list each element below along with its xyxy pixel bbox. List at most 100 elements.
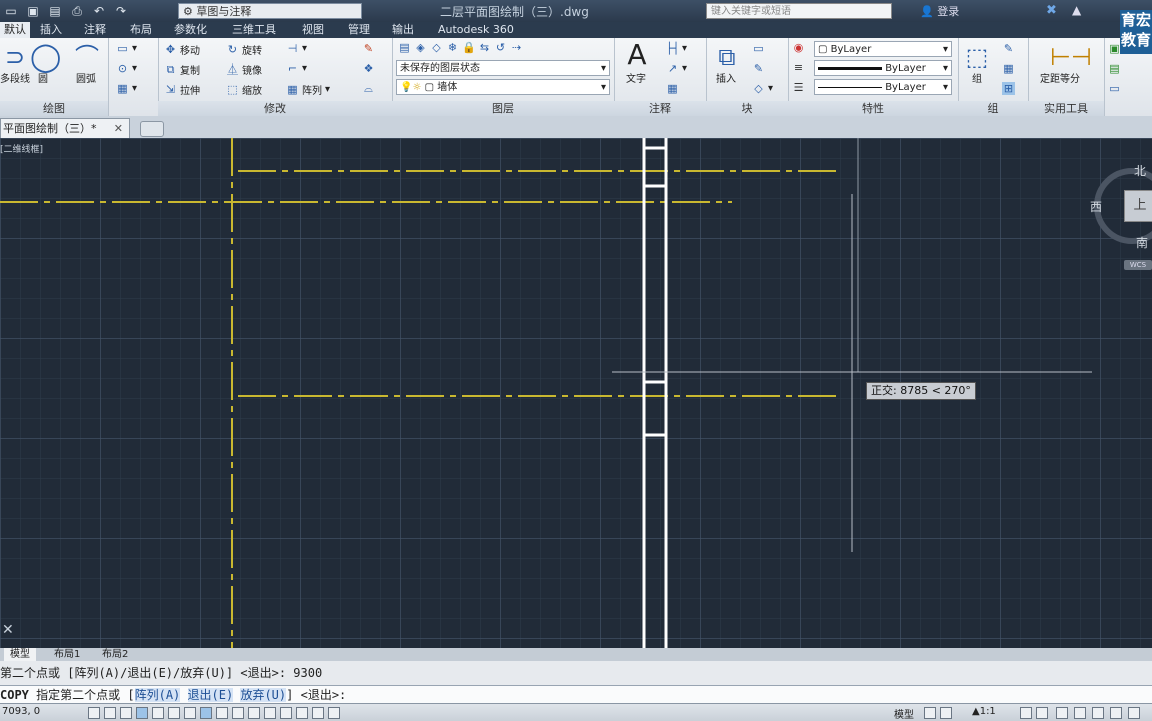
group-select-icon[interactable]: ⊞: [1002, 82, 1015, 95]
lineweight-toggle-icon[interactable]: [248, 707, 260, 719]
infer-icon[interactable]: [88, 707, 100, 719]
tab-model[interactable]: 模型: [4, 648, 36, 661]
scale-button[interactable]: ⬚ 缩放: [226, 82, 262, 97]
tab-view[interactable]: 视图: [302, 22, 324, 38]
wcs-menu[interactable]: WCS: [1124, 260, 1152, 270]
close-icon[interactable]: ✕: [114, 119, 123, 139]
group-icon[interactable]: ⬚: [962, 42, 992, 72]
tab-layout2[interactable]: 布局2: [96, 648, 134, 661]
leader-icon[interactable]: ↗ ▾: [666, 62, 687, 75]
copy-button[interactable]: ⧉ 复制: [164, 62, 200, 77]
option-array[interactable]: 阵列(A): [134, 688, 181, 702]
create-block-icon[interactable]: ▭: [752, 42, 765, 55]
lineweight-dropdown[interactable]: ByLayer ▾: [814, 60, 952, 76]
tab-output[interactable]: 输出: [392, 22, 414, 38]
polyline-button[interactable]: 多段线: [0, 70, 30, 85]
layer-off-icon[interactable]: ◈: [414, 41, 427, 54]
transparency-icon[interactable]: [264, 707, 276, 719]
tab-insert[interactable]: 插入: [40, 22, 62, 38]
workspace-switch-icon[interactable]: [328, 707, 340, 719]
grid-icon[interactable]: [120, 707, 132, 719]
trim-icon[interactable]: ⊣ ▾: [286, 42, 307, 55]
new-tab-button[interactable]: [140, 121, 164, 137]
annotation-monitor-icon[interactable]: [312, 707, 324, 719]
annotation-visibility-icon[interactable]: [1020, 707, 1032, 719]
save-as-icon[interactable]: ▤: [46, 2, 64, 20]
document-tab[interactable]: 平面图绘制（三）* ✕: [0, 118, 130, 138]
clean-screen-icon[interactable]: [1128, 707, 1140, 719]
viewcube-top-face[interactable]: 上: [1124, 190, 1152, 222]
open-icon[interactable]: ▭: [2, 2, 20, 20]
layer-match-icon[interactable]: ⇆: [478, 41, 491, 54]
explode-icon[interactable]: ❖: [362, 62, 375, 75]
annotation-scale[interactable]: ▲1:1: [972, 706, 996, 717]
tab-annotate[interactable]: 注释: [84, 22, 106, 38]
viewcube-west[interactable]: 西: [1090, 198, 1102, 215]
quick-view-drawings-icon[interactable]: [940, 707, 952, 719]
layer-freeze-icon[interactable]: ❄: [446, 41, 459, 54]
tab-parametric[interactable]: 参数化: [174, 22, 207, 38]
circle-button[interactable]: 圆: [38, 70, 48, 85]
3d-osnap-icon[interactable]: [184, 707, 196, 719]
tab-layout1[interactable]: 布局1: [48, 648, 86, 661]
tab-3d-tools[interactable]: 三维工具: [232, 22, 276, 38]
offset-icon[interactable]: ⌓: [362, 82, 375, 95]
ortho-icon[interactable]: [136, 707, 148, 719]
edit-block-icon[interactable]: ✎: [752, 62, 765, 75]
text-button[interactable]: 文字: [626, 70, 646, 85]
viewcube-south[interactable]: 南: [1136, 234, 1148, 251]
osnap-icon[interactable]: [168, 707, 180, 719]
quick-properties-icon[interactable]: [280, 707, 292, 719]
snap-icon[interactable]: [104, 707, 116, 719]
polyline-icon[interactable]: ⊃: [0, 42, 30, 72]
isolate-objects-icon[interactable]: [1110, 707, 1122, 719]
draw-panel-label[interactable]: 绘图: [0, 101, 108, 116]
command-line[interactable]: COPY 指定第二个点或 [阵列(A) 退出(E) 放弃(U)] <退出>:: [0, 685, 1152, 704]
layer-previous-icon[interactable]: ↺: [494, 41, 507, 54]
linetype-dropdown[interactable]: ByLayer ▾: [814, 79, 952, 95]
attribute-icon[interactable]: ◇ ▾: [752, 82, 773, 95]
undo-icon[interactable]: ↶: [90, 2, 108, 20]
rotate-button[interactable]: ↻ 旋转: [226, 42, 262, 57]
tab-default[interactable]: 默认: [0, 22, 30, 38]
dimension-icon[interactable]: ├┤ ▾: [666, 42, 687, 55]
group-button[interactable]: 组: [972, 70, 982, 85]
lock-icon[interactable]: [1074, 707, 1086, 719]
tab-manage[interactable]: 管理: [348, 22, 370, 38]
workspace-settings-icon[interactable]: [1056, 707, 1068, 719]
group-edit-icon[interactable]: ▦: [1002, 62, 1015, 75]
print-icon[interactable]: ⎙: [68, 2, 86, 20]
layer-isolate-icon[interactable]: ◇: [430, 41, 443, 54]
array-button[interactable]: ▦ 阵列 ▾: [286, 82, 330, 97]
workspace-dropdown[interactable]: ⚙ 草图与注释: [178, 3, 362, 19]
model-space-button[interactable]: 模型: [894, 706, 914, 721]
quick-view-layouts-icon[interactable]: [924, 707, 936, 719]
circle-icon[interactable]: ◯: [30, 42, 61, 72]
drawing-canvas[interactable]: ✕: [0, 138, 1152, 648]
text-icon[interactable]: A: [622, 40, 652, 70]
dyn-icon[interactable]: [232, 707, 244, 719]
arc-icon[interactable]: ⌒: [72, 42, 102, 72]
viewport-label[interactable]: [二维线框]: [0, 142, 43, 155]
stretch-button[interactable]: ⇲ 拉伸: [164, 82, 200, 97]
polar-icon[interactable]: [152, 707, 164, 719]
ungroup-icon[interactable]: ✎: [1002, 42, 1015, 55]
insert-block-icon[interactable]: ⧉: [712, 42, 742, 72]
properties-panel-label[interactable]: 特性: [788, 101, 958, 116]
utilities-panel-label[interactable]: 实用工具: [1028, 101, 1104, 116]
layer-state-dropdown[interactable]: 未保存的图层状态 ▾: [396, 60, 610, 76]
selection-cycling-icon[interactable]: [296, 707, 308, 719]
move-button[interactable]: ✥ 移动: [164, 42, 200, 57]
hatch-icon[interactable]: ▦ ▾: [116, 82, 137, 95]
match-properties-icon[interactable]: ◉: [792, 41, 805, 54]
fillet-icon[interactable]: ⌐ ▾: [286, 62, 307, 75]
option-undo[interactable]: 放弃(U): [240, 688, 287, 702]
option-exit[interactable]: 退出(E): [187, 688, 234, 702]
ellipse-icon[interactable]: ⊙ ▾: [116, 62, 137, 75]
groups-panel-label[interactable]: 组: [958, 101, 1028, 116]
layer-properties-icon[interactable]: ▤: [398, 41, 411, 54]
layer-walk-icon[interactable]: ⇢: [510, 41, 523, 54]
tab-layout[interactable]: 布局: [130, 22, 152, 38]
tab-autodesk-360[interactable]: Autodesk 360: [438, 22, 514, 38]
layer-lock-icon[interactable]: 🔒: [462, 41, 476, 54]
